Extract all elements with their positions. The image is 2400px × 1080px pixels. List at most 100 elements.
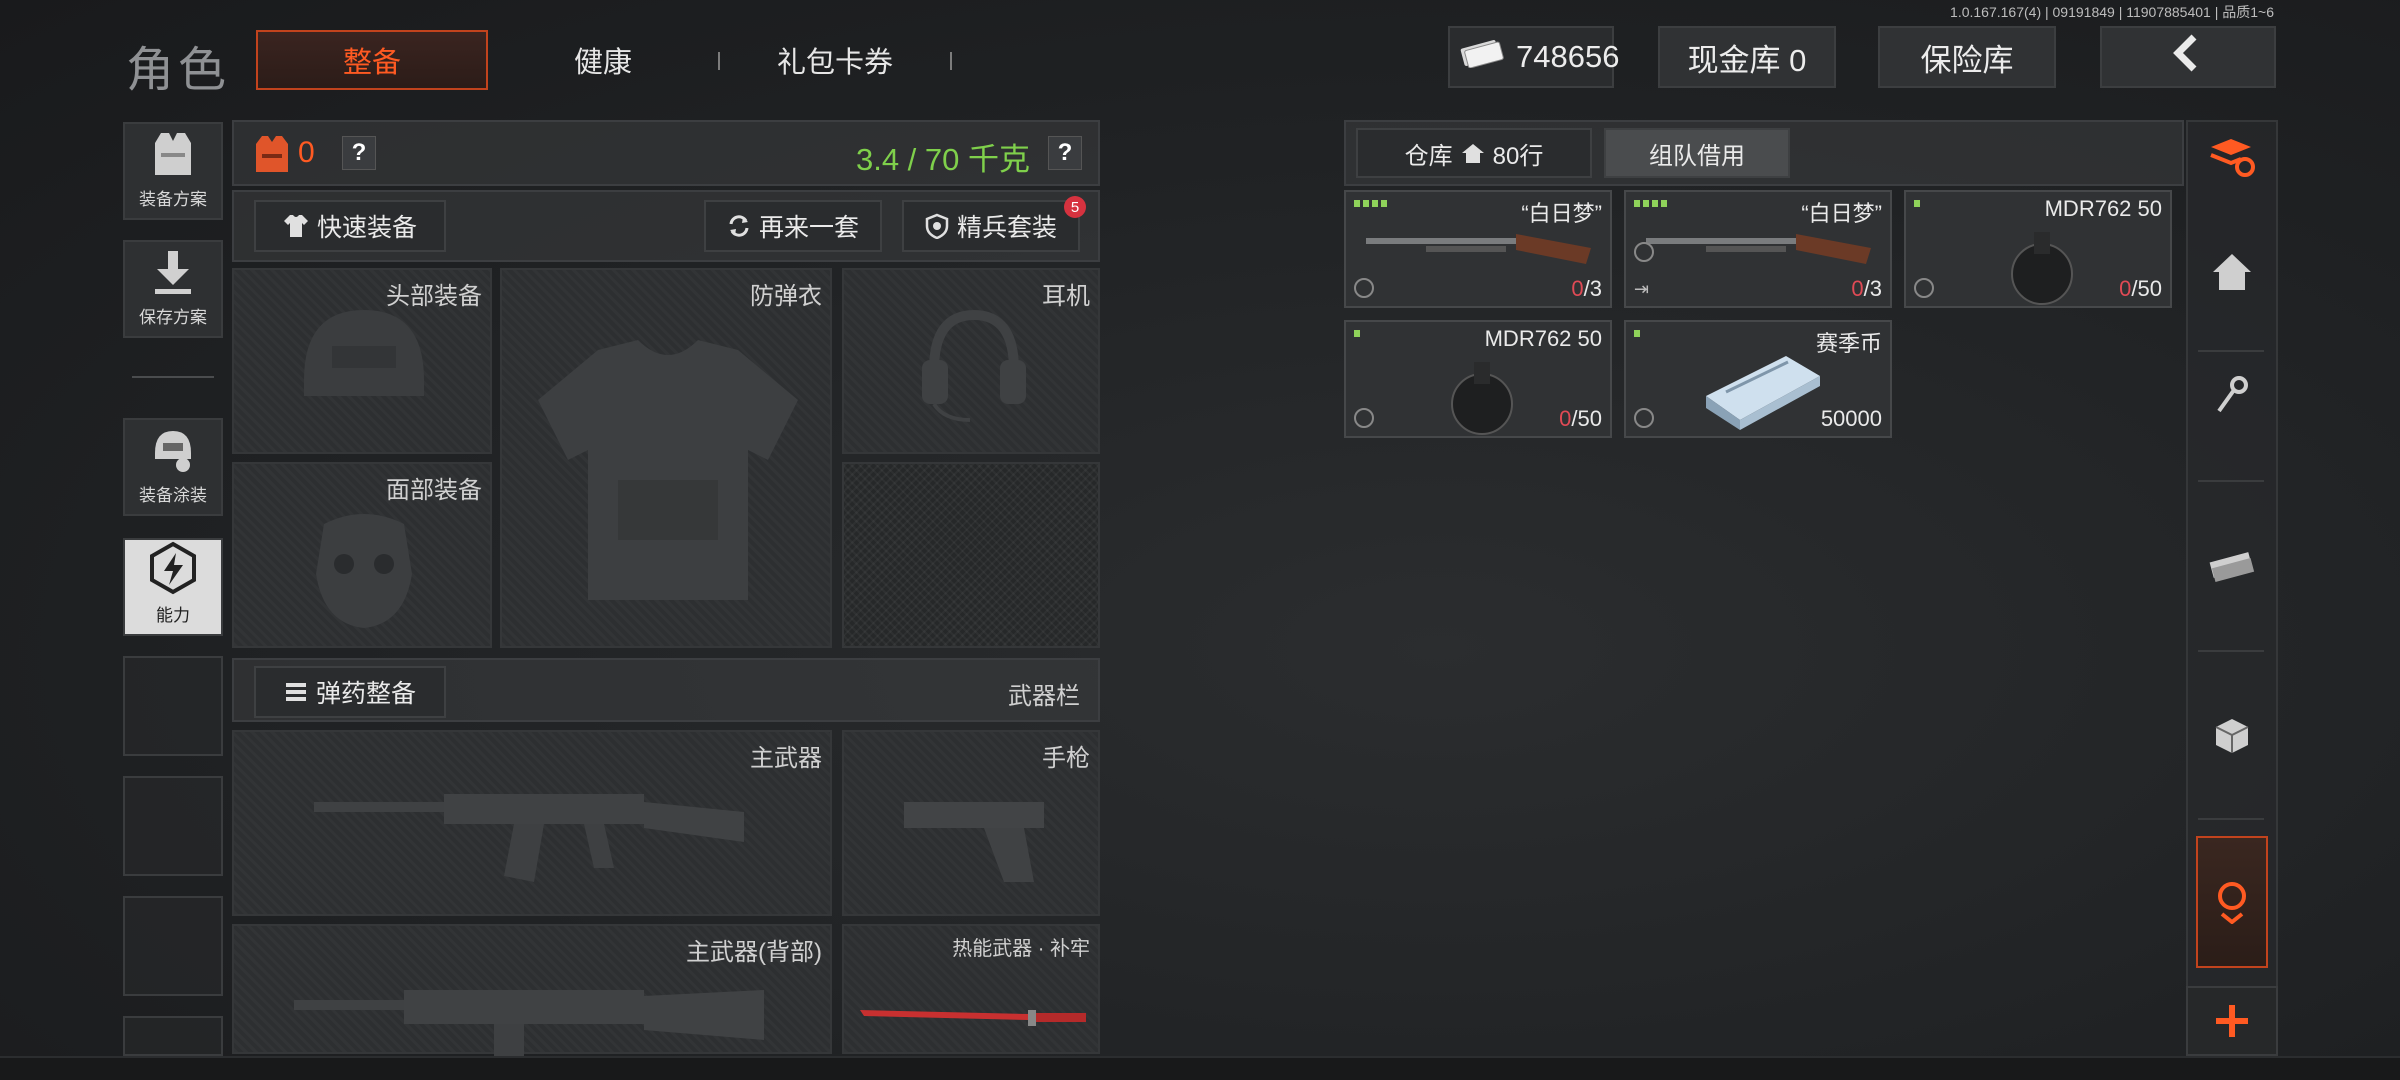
- weight-help-button[interactable]: ?: [1048, 136, 1082, 170]
- home-icon: [2213, 254, 2251, 290]
- drum-magazine-icon: [2011, 232, 2073, 305]
- quality-bars: [1354, 330, 1360, 337]
- empty-menu-slot: [123, 776, 223, 876]
- home-storage-button[interactable]: [2190, 232, 2274, 312]
- cash-stack-icon: [1706, 356, 1820, 430]
- save-plan-button[interactable]: 保存方案: [123, 240, 223, 338]
- repeat-set-button[interactable]: 再来一套: [704, 200, 882, 252]
- headset-icon: [922, 309, 1026, 422]
- pistol-slot[interactable]: 手枪: [842, 730, 1100, 916]
- cash-icon: [2209, 552, 2255, 582]
- pistol-icon: [904, 802, 1044, 882]
- version-info: 1.0.167.167(4) | 09191849 | 11907885401 …: [1950, 4, 2274, 20]
- cash-icon: [1460, 38, 1504, 76]
- face-gear-slot[interactable]: 面部装备: [232, 462, 492, 648]
- team-borrow-tab[interactable]: 组队借用: [1604, 128, 1790, 178]
- headset-slot[interactable]: 耳机: [842, 268, 1100, 454]
- layers-refresh-icon: [2210, 139, 2255, 177]
- melee-weapon-slot[interactable]: 热能武器 · 补牢: [842, 924, 1100, 1054]
- locked-slot: [842, 462, 1100, 648]
- quality-bars: [1914, 200, 1920, 207]
- storage-item[interactable]: 赛季币 50000: [1624, 320, 1892, 438]
- elite-set-badge: 5: [1064, 196, 1086, 218]
- equip-plan-button[interactable]: 装备方案: [123, 122, 223, 220]
- weapon-bar-label: 武器栏: [1008, 683, 1080, 710]
- cash-vault-button[interactable]: 现金库 0: [1658, 26, 1836, 88]
- shotgun-icon: [1646, 234, 1871, 264]
- rifle-icon: [314, 794, 744, 882]
- elite-set-button[interactable]: 精兵套装: [902, 200, 1080, 252]
- equip-skin-button[interactable]: 装备涂装: [123, 418, 223, 516]
- warehouse-label: 仓库: [1404, 142, 1453, 170]
- ability-button[interactable]: 能力: [123, 538, 223, 636]
- primary-weapon-back-slot[interactable]: 主武器(背部): [232, 924, 832, 1060]
- tab-separator: [718, 52, 720, 70]
- weapon-bar-header: 弹药整备 武器栏: [232, 658, 1100, 722]
- ammo-prep-button[interactable]: 弹药整备: [254, 666, 446, 718]
- item-count: 0/3: [1851, 276, 1882, 301]
- armor-help-button[interactable]: ?: [342, 136, 376, 170]
- tab-equip[interactable]: 整备: [256, 30, 488, 90]
- quality-bars: [1354, 200, 1387, 207]
- shotgun-icon: [1366, 234, 1591, 264]
- weight-display: 3.4 / 70 千克: [855, 142, 1030, 177]
- item-name: MDR762 50: [2044, 196, 2162, 221]
- storage-item[interactable]: “白日梦” ⇥ 0/3: [1624, 190, 1892, 308]
- equip-plan-label: 装备方案: [139, 190, 207, 209]
- exit-icon: ⇥: [1634, 279, 1650, 299]
- add-button[interactable]: [2186, 986, 2278, 1056]
- sort-stack-button[interactable]: [2190, 122, 2274, 192]
- primary-weapon-slot[interactable]: 主武器: [232, 730, 832, 916]
- ammo-prep-label: 弹药整备: [315, 680, 416, 708]
- loadout-status-bar: 0 ? 3.4 / 70 千克 ?: [232, 120, 1100, 186]
- keys-button[interactable]: [2190, 362, 2274, 428]
- storage-item[interactable]: “白日梦” 0/3: [1344, 190, 1612, 308]
- empty-menu-slot: [123, 656, 223, 756]
- tab-gift-coupons[interactable]: 礼包卡券: [740, 30, 930, 90]
- deposit-button[interactable]: [2196, 836, 2268, 968]
- primary-weapon-back-label: 主武器(背部): [686, 939, 822, 966]
- body-armor-slot[interactable]: 防弹衣: [500, 268, 832, 648]
- rarity-icon: [1914, 278, 1934, 298]
- katana-icon: [860, 1010, 1086, 1026]
- currency-display: 748656: [1448, 26, 1619, 88]
- box-icon: [2215, 719, 2249, 753]
- storage-header: 仓库 80行 组队借用: [1344, 120, 2184, 186]
- menu-divider: [132, 376, 214, 378]
- package-button[interactable]: [2190, 700, 2274, 770]
- item-count: 50000: [1820, 406, 1882, 431]
- warehouse-tab[interactable]: 仓库 80行: [1356, 128, 1592, 178]
- sidebar-divider: [2198, 480, 2264, 482]
- helmet-paint-icon: [155, 431, 191, 472]
- currency-value: 748656: [1516, 39, 1620, 74]
- money-button[interactable]: [2190, 535, 2274, 595]
- bottom-bar: [0, 1056, 2400, 1080]
- vest-icon: [155, 133, 191, 175]
- helmet-icon: [304, 310, 424, 396]
- storage-item[interactable]: MDR762 50 0/50: [1344, 320, 1612, 438]
- download-icon: [155, 251, 191, 294]
- armor-icon: [254, 134, 290, 179]
- quick-equip-button[interactable]: 快速装备: [254, 200, 446, 252]
- repeat-set-label: 再来一套: [758, 214, 859, 242]
- tab-separator: [950, 52, 952, 70]
- rarity-icon: [1354, 278, 1374, 298]
- elite-set-label: 精兵套装: [956, 214, 1057, 242]
- head-gear-slot[interactable]: 头部装备: [232, 268, 492, 454]
- item-count: 0/50: [1559, 406, 1602, 431]
- safe-box-button[interactable]: 保险库: [1878, 26, 2056, 88]
- lightning-hex-icon: [150, 541, 196, 595]
- face-gear-label: 面部装备: [386, 477, 482, 504]
- pistol-label: 手枪: [1042, 745, 1090, 772]
- face-download-icon: [2218, 882, 2246, 924]
- sidebar-divider: [2198, 818, 2264, 820]
- key-icon: [2217, 376, 2248, 413]
- face-mask-icon: [316, 514, 412, 628]
- loadout-toolbar: 快速装备 再来一套 精兵套装 5: [232, 190, 1100, 262]
- back-button[interactable]: [2100, 26, 2276, 88]
- empty-menu-slot: [123, 1016, 223, 1056]
- storage-item[interactable]: MDR762 50 0/50: [1904, 190, 2172, 308]
- tab-health[interactable]: 健康: [510, 30, 696, 90]
- back-arrow-icon: [2168, 33, 2208, 81]
- warehouse-rows: 80行: [1492, 142, 1544, 170]
